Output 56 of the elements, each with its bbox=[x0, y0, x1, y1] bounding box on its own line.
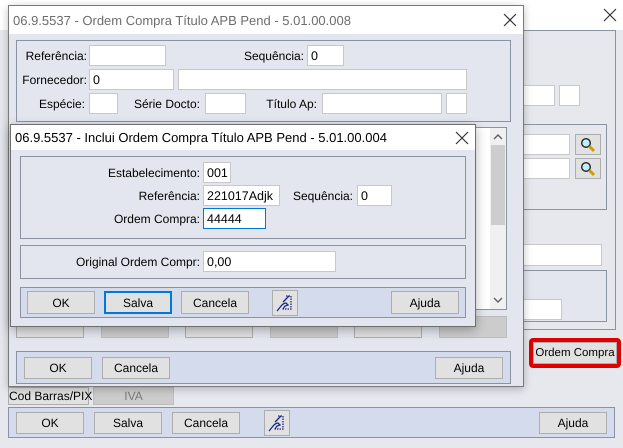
input-field[interactable]: 221017Adjk bbox=[203, 185, 280, 206]
input-field[interactable] bbox=[522, 158, 570, 179]
dialog-button[interactable]: Ajuda bbox=[391, 291, 459, 314]
input-field[interactable] bbox=[205, 93, 246, 114]
dialog-button[interactable]: OK bbox=[27, 291, 95, 314]
input-field[interactable] bbox=[559, 85, 580, 106]
field-label: Ordem Compra: bbox=[112, 212, 200, 226]
input-field[interactable] bbox=[522, 299, 562, 320]
search-button[interactable] bbox=[575, 158, 601, 179]
dialog-button[interactable]: OK bbox=[24, 356, 92, 378]
dialog-button[interactable]: Ajuda bbox=[435, 356, 503, 378]
field-label: Original Ordem Compr: bbox=[74, 254, 200, 268]
dialog-button[interactable]: Salva bbox=[104, 291, 172, 314]
scroll-down-icon[interactable] bbox=[493, 296, 503, 304]
field-label: Sequência: bbox=[292, 188, 353, 202]
field-label: Série Docto: bbox=[132, 96, 200, 110]
field-label: Referência: bbox=[24, 48, 87, 62]
input-field[interactable] bbox=[446, 93, 467, 114]
input-field[interactable] bbox=[522, 85, 555, 106]
input-field[interactable]: 001 bbox=[203, 162, 231, 183]
hand-pen-button[interactable] bbox=[264, 410, 290, 436]
field-label: Sequência: bbox=[242, 48, 304, 62]
search-button[interactable] bbox=[575, 134, 601, 155]
dialog-button[interactable]: Cancela bbox=[181, 291, 249, 314]
input-field[interactable]: 0 bbox=[357, 185, 392, 206]
input-field[interactable] bbox=[522, 134, 570, 155]
input-field[interactable] bbox=[89, 45, 166, 66]
input-field[interactable]: 44444 bbox=[203, 208, 266, 229]
dialog-button[interactable]: Ajuda bbox=[539, 412, 607, 434]
field-label: Referência: bbox=[138, 188, 200, 202]
input-field[interactable]: 0 bbox=[89, 69, 174, 90]
window-title: 06.9.5537 - Inclui Ordem Compra Título APB Pend - 5.01.00.004 bbox=[15, 130, 387, 145]
hand-pen-button[interactable] bbox=[272, 290, 298, 316]
window-title: 06.9.5537 - Ordem Compra Título APB Pend - 5.01.00.008 bbox=[13, 12, 351, 28]
input-field[interactable] bbox=[178, 69, 467, 90]
close-icon[interactable] bbox=[455, 130, 469, 144]
input-field[interactable] bbox=[89, 93, 118, 114]
field-label: Estabelecimento: bbox=[106, 166, 200, 180]
dialog-button[interactable]: OK bbox=[16, 412, 84, 434]
close-icon[interactable] bbox=[603, 8, 617, 22]
close-icon[interactable] bbox=[503, 13, 517, 27]
dialog-button[interactable]: Cancela bbox=[172, 412, 240, 434]
dialog-button[interactable]: Salva bbox=[94, 412, 162, 434]
scroll-up-icon[interactable] bbox=[493, 133, 503, 141]
order-button[interactable]: Ordem Compra bbox=[533, 342, 617, 364]
input-field[interactable] bbox=[322, 93, 442, 114]
input-field[interactable] bbox=[522, 244, 602, 266]
search-icon bbox=[580, 160, 596, 176]
search-icon bbox=[580, 136, 596, 152]
field-label: Espécie: bbox=[38, 96, 85, 110]
field-label: Título Ap: bbox=[265, 96, 317, 110]
field-label: Fornecedor: bbox=[21, 72, 87, 86]
input-field[interactable]: 0 bbox=[307, 45, 344, 66]
input-field[interactable]: 0,00 bbox=[203, 251, 336, 272]
dialog-button[interactable]: Cancela bbox=[102, 356, 170, 378]
scrollbar[interactable] bbox=[490, 128, 506, 309]
